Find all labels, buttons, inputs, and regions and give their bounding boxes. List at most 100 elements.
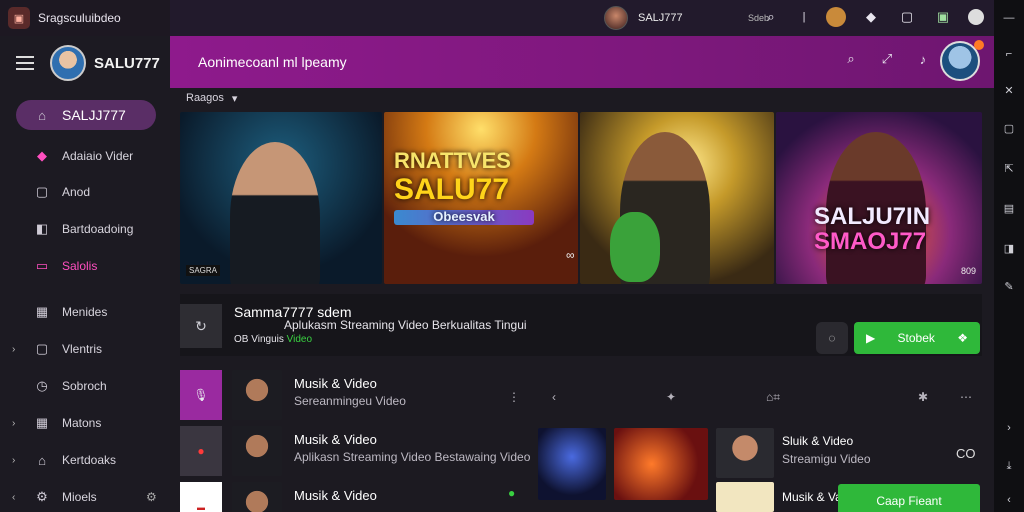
list-item[interactable]: ▬ Musik & Video ● (180, 482, 520, 512)
account-icon[interactable] (968, 9, 984, 25)
sidebar-item-home[interactable]: ⌂ SALJJ777 (16, 100, 156, 130)
close-icon[interactable]: ✕ (999, 80, 1019, 100)
banner-card-3[interactable] (580, 112, 774, 284)
play-icon: ▶ (866, 331, 876, 345)
sidebar-username: SALU777 (94, 54, 160, 72)
stobek-button[interactable]: ▶ Stobek ❖ (854, 322, 980, 354)
app-logo-icon: ▣ (8, 7, 30, 29)
titlebar-user[interactable]: SALJ777 Sdeb (604, 6, 782, 30)
section-dropdown[interactable]: Raagos ▾ (186, 92, 237, 105)
right-item-title: Musik & Va (782, 490, 842, 504)
info-meta: OB Vinguis Video (234, 334, 312, 345)
more-horizontal-icon[interactable]: ⋯ (960, 390, 972, 404)
check-icon[interactable]: ● (508, 486, 515, 500)
chevron-right-icon[interactable]: › (12, 455, 15, 466)
sidebar-item-salolis[interactable]: ▭ Salolis (0, 251, 170, 281)
window-icon[interactable]: ⌐ (999, 44, 1019, 64)
media-tile[interactable] (614, 428, 708, 500)
shield-icon[interactable]: ◆ (860, 6, 882, 28)
image-icon[interactable]: ▣ (932, 6, 954, 28)
stobek-button-label: Stobek (897, 331, 935, 345)
chevron-right-icon[interactable]: › (12, 418, 15, 429)
clipboard-icon[interactable]: ▤ (999, 198, 1019, 218)
list-item-title: Musik & Video (294, 432, 377, 447)
gear-icon: ⚙ (36, 489, 48, 504)
cast-icon[interactable]: ▢ (896, 6, 918, 28)
banner-title-line1: SALJU7IN (814, 203, 931, 230)
banner-title-line3: Obeesvak (394, 209, 534, 225)
square-icon: ▢ (35, 184, 49, 199)
sidebar-item-anod[interactable]: ▢ Anod (0, 177, 170, 207)
link-icon[interactable]: ⌂⌗ (766, 390, 780, 405)
chevron-left-icon[interactable]: ‹ (999, 490, 1019, 510)
banner-card-1[interactable]: SAGRA (180, 112, 382, 284)
square-icon: ▢ (35, 341, 49, 356)
edit-icon[interactable]: ✎ (999, 276, 1019, 296)
list-thumbnail (232, 482, 282, 512)
search-icon[interactable]: ⌕ (760, 6, 782, 28)
sidebar-avatar[interactable] (50, 45, 86, 81)
list-item-subtitle: Sereanmingeu Video (294, 394, 406, 408)
media-list: 🎙 Musik & Video Sereanmingeu Video ⋮ ‹ ✦… (170, 366, 994, 512)
meta-text: Vinguis (251, 334, 284, 345)
mic-icon: 🎙 (180, 370, 222, 420)
profile-icon[interactable] (826, 7, 846, 27)
info-subtitle: Aplukasm Streaming Video Berkualitas Tin… (284, 318, 527, 332)
section-label: Raagos (186, 92, 224, 104)
banner-card-2[interactable]: RNATTVES SALU77 Obeesvak ∞ (384, 112, 578, 284)
sidebar-item-label: Salolis (62, 259, 98, 273)
meta-prefix: OB (234, 334, 249, 345)
right-list-item[interactable]: Sluik & Video Streamigu Video (782, 434, 871, 466)
poster-icon: ▬ (180, 482, 222, 512)
banner-card-4[interactable]: SALJU7IN SMAOJ77 809 (776, 112, 982, 284)
expand-icon[interactable]: ⤢ (876, 48, 898, 70)
sidebar-item-sobroch[interactable]: ◷ Sobroch (0, 371, 170, 401)
sidebar-item-downloading[interactable]: ◧ Bartdoadoing (0, 214, 170, 244)
right-item-subtitle: Streamigu Video (782, 452, 871, 466)
list-item[interactable]: 🎙 Musik & Video Sereanmingeu Video ⋮ ‹ ✦… (180, 370, 990, 424)
sidebar-item-label: Menides (62, 305, 108, 319)
clock-icon: ◷ (36, 378, 48, 393)
square-icon[interactable]: ▢ (999, 118, 1019, 138)
more-icon[interactable]: ⋮ (508, 390, 520, 404)
diamond-icon: ◆ (37, 148, 47, 163)
media-tile[interactable] (538, 428, 606, 500)
sidebar-item-label: Bartdoadoing (62, 222, 134, 236)
chevron-right-icon[interactable]: › (999, 418, 1019, 438)
floating-action-button[interactable]: Caap Fieant (838, 484, 980, 512)
sidebar-item-kertdoaks[interactable]: › ⌂ Kertdoaks (0, 445, 170, 475)
sidebar-item-video[interactable]: ◆ Adaiaio Vider (0, 141, 170, 171)
chevron-left-icon[interactable]: ‹ (552, 390, 556, 404)
share-icon[interactable]: ⇱ (999, 158, 1019, 178)
layers-icon[interactable]: ◨ (999, 238, 1019, 258)
chevron-left-icon[interactable]: ‹ (12, 492, 15, 503)
banner-title: SALJU7IN SMAOJ77 (814, 204, 930, 254)
banner-tag: SAGRA (186, 265, 221, 276)
settings-icon[interactable]: ⚙ (146, 490, 157, 504)
chevron-right-icon[interactable]: › (12, 344, 15, 355)
refresh-icon[interactable]: ↻ (180, 304, 222, 348)
star-icon[interactable]: ✱ (918, 390, 928, 404)
sidebar-item-vlentris[interactable]: › ▢ Vlentris (0, 334, 170, 364)
diamond-icon[interactable]: ✦ (666, 390, 676, 404)
search-icon[interactable]: ⌕ (840, 48, 862, 70)
bell-icon[interactable]: ♪ (912, 48, 934, 70)
sidebar-item-matons[interactable]: › ▦ Matons (0, 408, 170, 438)
minimize-icon[interactable]: — (999, 8, 1019, 28)
sidebar-item-mioels[interactable]: ‹ ⚙ Mioels ⚙ (0, 482, 170, 512)
media-tile[interactable] (716, 428, 774, 478)
media-tile[interactable] (716, 482, 774, 512)
sidebar-item-menides[interactable]: ▦ Menides (0, 297, 170, 327)
drop-button[interactable]: ◌ (816, 322, 848, 354)
share-icon: ❖ (957, 331, 968, 345)
list-thumbnail (232, 370, 282, 420)
divider-icon: | (802, 11, 806, 23)
sidebar-item-label: Adaiaio Vider (62, 149, 134, 163)
header-icons: ⌕ ⤢ ♪ (840, 48, 934, 70)
titlebar-avatar[interactable] (604, 6, 628, 30)
right-item-badge: CO (956, 446, 976, 461)
app-header: ▣ Sragsculuibdeo (0, 0, 170, 36)
meta-green: Video (286, 334, 313, 345)
hamburger-menu-icon[interactable] (16, 56, 34, 70)
download-icon[interactable]: ⤓ (999, 456, 1019, 476)
